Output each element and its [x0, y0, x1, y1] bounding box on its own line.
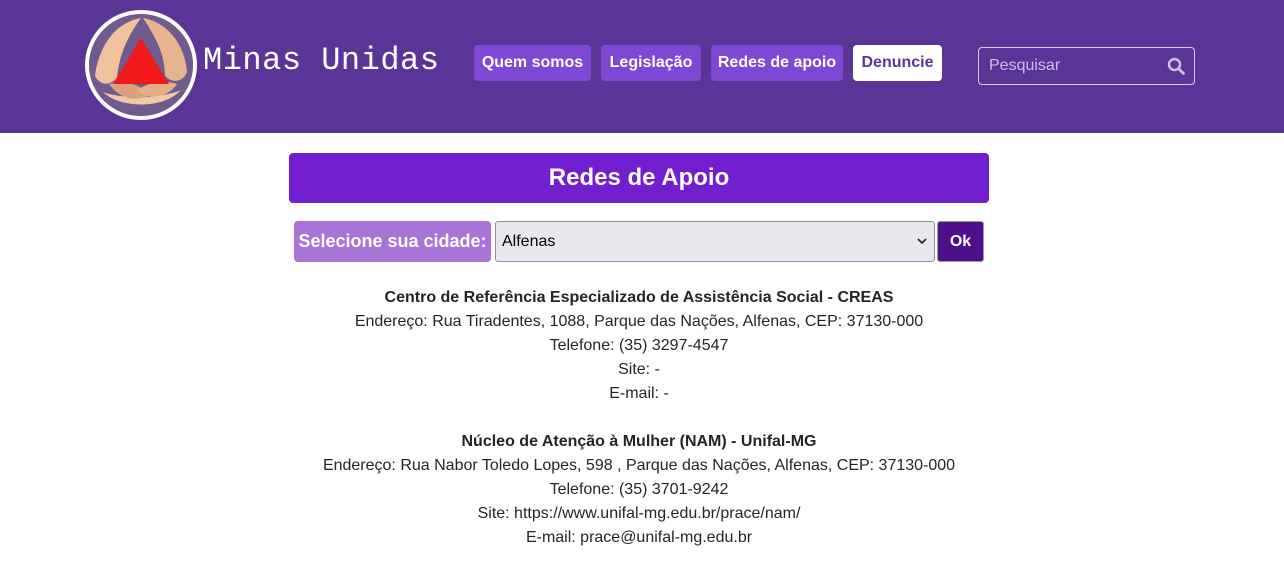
entry-address: Endereço: Rua Tiradentes, 1088, Parque d… — [354, 313, 924, 330]
search-icon[interactable] — [1167, 57, 1185, 75]
nav-quem-somos-button[interactable]: Quem somos — [474, 45, 591, 81]
entry-email: E-mail: - — [609, 385, 669, 402]
search-input[interactable]: Pesquisar — [978, 47, 1195, 85]
search-placeholder: Pesquisar — [989, 57, 1061, 74]
city-select-label: Selecione sua cidade: — [294, 221, 491, 262]
ok-button[interactable]: Ok — [937, 221, 984, 262]
logo-hands-triangle-icon — [89, 14, 193, 116]
brand-title[interactable]: Minas Unidas — [203, 42, 439, 79]
nav-redes-de-apoio-button[interactable]: Redes de apoio — [711, 45, 843, 81]
page-title: Redes de Apoio — [289, 153, 989, 203]
logo[interactable] — [85, 10, 197, 120]
entry-name: Núcleo de Atenção à Mulher (NAM) - Unifa… — [461, 433, 817, 450]
entry-email[interactable]: E-mail: prace@unifal-mg.edu.br — [289, 526, 989, 550]
entry-address: Endereço: Rua Nabor Toledo Lopes, 598 , … — [322, 457, 956, 474]
entry-phone: Telefone: (35) 3297-4547 — [549, 337, 729, 354]
entry-phone: Telefone: (35) 3701-9242 — [549, 481, 729, 498]
city-select[interactable]: Alfenas — [495, 221, 935, 262]
entry-name: Centro de Referência Especializado de As… — [384, 289, 894, 306]
support-entry: Núcleo de Atenção à Mulher (NAM) - Unifa… — [289, 430, 989, 550]
city-select-value: Alfenas — [502, 233, 556, 250]
nav-legislacao-button[interactable]: Legislação — [601, 45, 701, 81]
support-entry: Centro de Referência Especializado de As… — [289, 286, 989, 406]
nav-denuncie-button[interactable]: Denuncie — [853, 45, 942, 81]
entry-site: Site: - — [618, 361, 660, 378]
chevron-down-icon — [917, 238, 927, 245]
entry-site[interactable]: Site: https://www.unifal-mg.edu.br/prace… — [289, 502, 989, 526]
top-navbar: Minas Unidas Quem somos Legislação Redes… — [0, 0, 1284, 133]
